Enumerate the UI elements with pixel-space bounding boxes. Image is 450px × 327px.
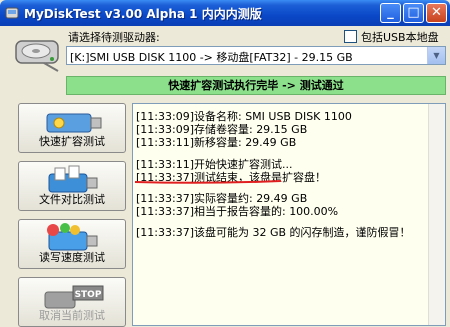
speed-test-label: 读写速度测试 (39, 251, 105, 264)
status-banner: 快速扩容测试执行完毕 -> 测试通过 (66, 76, 446, 95)
drive-select-dropdown[interactable]: [K:]SMI USB DISK 1100 -> 移动盘[FAT32] - 29… (66, 46, 446, 65)
usb-local-label: 包括USB本地盘 (361, 31, 439, 44)
drive-select-label: 请选择待测驱动器: (68, 31, 160, 44)
cancel-test-label: 取消当前测试 (39, 309, 105, 322)
selected-drive-text: [K:]SMI USB DISK 1100 -> 移动盘[FAT32] - 29… (70, 51, 353, 64)
log-line: [11:33:11]新移容量: 29.49 GB (136, 136, 297, 149)
quick-expand-test-label: 快速扩容测试 (39, 135, 105, 148)
log-line: [11:33:37]该盘可能为 32 GB 的闪存制造，谨防假冒！ (136, 226, 411, 239)
test-log[interactable]: [11:33:09]设备名称: SMI USB DISK 1100 [11:33… (132, 103, 446, 326)
title-bar: MyDiskTest v3.00 Alpha 1 内内内测版 _ □ ✕ (0, 0, 450, 26)
window-title: MyDiskTest v3.00 Alpha 1 内内内测版 (24, 7, 262, 21)
disk-drive-icon (15, 40, 59, 72)
close-button[interactable]: ✕ (426, 3, 447, 23)
quick-expand-test-button[interactable]: 快速扩容测试 (18, 103, 126, 153)
svg-text:STOP: STOP (75, 290, 102, 300)
file-compare-test-label: 文件对比测试 (39, 193, 105, 206)
cancel-test-button[interactable]: STOP 取消当前测试 (18, 277, 126, 327)
usb-local-checkbox[interactable] (344, 30, 357, 43)
speed-test-button[interactable]: 读写速度测试 (18, 219, 126, 269)
app-icon (5, 7, 19, 19)
chevron-down-icon[interactable]: ▼ (427, 47, 445, 64)
log-scrollbar[interactable] (428, 104, 445, 325)
minimize-button[interactable]: _ (380, 3, 401, 23)
log-line: [11:33:37]相当于报告容量的: 100.00% (136, 205, 339, 218)
red-underline-annotation (134, 180, 282, 184)
maximize-button[interactable]: □ (403, 3, 424, 23)
usb-local-option[interactable]: 包括USB本地盘 (344, 29, 439, 45)
file-compare-test-button[interactable]: 文件对比测试 (18, 161, 126, 211)
